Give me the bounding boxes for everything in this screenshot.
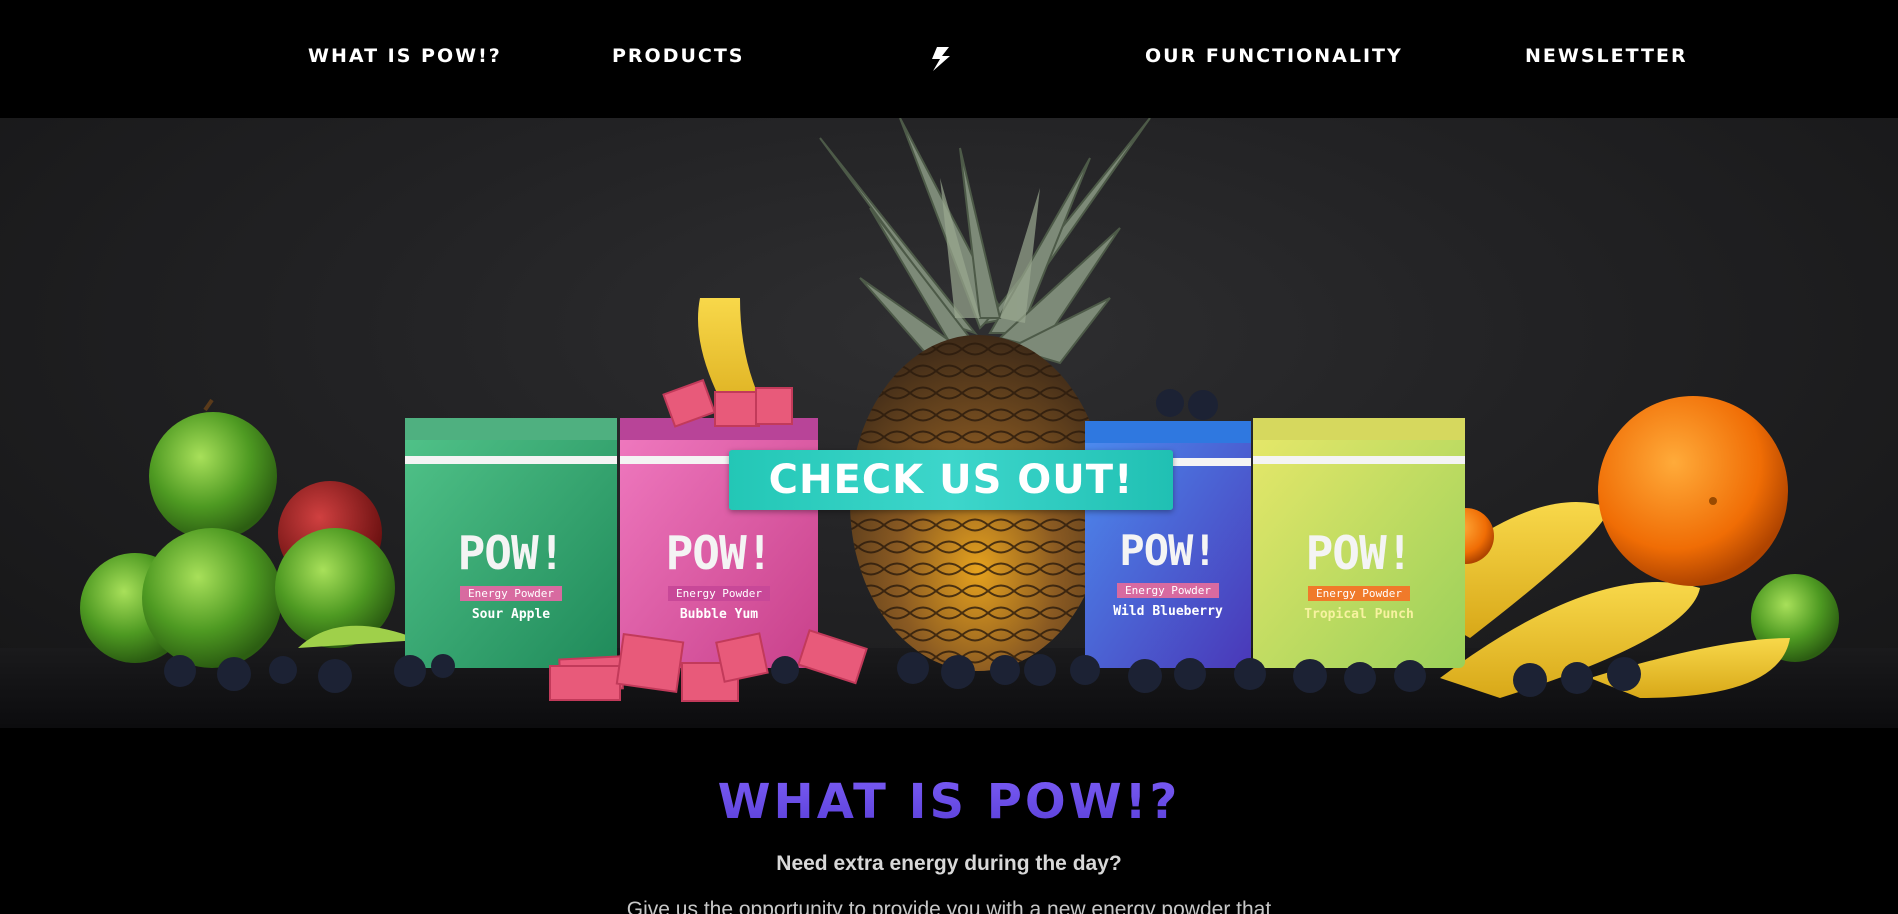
hero-banner: POW! Energy Powder Sour Apple POW! Energ… [0, 118, 1898, 728]
section-title: WHAT IS POW!? [0, 774, 1898, 830]
nav-link-our-functionality[interactable]: OUR FUNCTIONALITY [1145, 45, 1403, 67]
can-brand: POW! [665, 526, 774, 580]
can-flavor: Sour Apple [471, 607, 551, 622]
can-label-sour-apple: POW! Energy Powder Sour Apple [405, 526, 617, 622]
nav-link-products[interactable]: PRODUCTS [612, 45, 745, 67]
can-brand: POW! [457, 526, 566, 580]
can-brand: POW! [1305, 526, 1414, 580]
can-tag: Energy Powder [459, 586, 563, 601]
nav-link-newsletter[interactable]: NEWSLETTER [1525, 45, 1688, 67]
can-label-tropical-punch: POW! Energy Powder Tropical Punch [1253, 526, 1465, 622]
check-us-out-button[interactable]: CHECK US OUT! [729, 450, 1173, 510]
top-navigation: WHAT IS POW!? PRODUCTS POW! POW! OUR FUN… [0, 0, 1898, 127]
can-label-bubble-yum: POW! Energy Powder Bubble Yum [620, 526, 818, 622]
can-flavor: Wild Blueberry [1113, 604, 1223, 619]
green-apple [149, 412, 277, 540]
orange [1598, 396, 1788, 586]
section-body-text: Give us the opportunity to provide you w… [626, 898, 1272, 914]
can-tag: Energy Powder [667, 586, 771, 601]
can-tag: Energy Powder [1116, 583, 1220, 598]
nav-link-what-is-pow[interactable]: WHAT IS POW!? [308, 45, 502, 67]
pow-logo[interactable]: POW! POW! [852, 45, 1038, 127]
can-brand: POW! [1119, 526, 1217, 575]
can-label-wild-blueberry: POW! Energy Powder Wild Blueberry [1085, 526, 1251, 619]
can-tag: Energy Powder [1307, 586, 1411, 601]
section-subtitle: Need extra energy during the day? [776, 852, 1122, 875]
hero-product-photo [0, 118, 1898, 728]
can-flavor: Tropical Punch [1304, 607, 1414, 622]
can-flavor: Bubble Yum [679, 607, 759, 622]
pineapple-leaves [819, 118, 1151, 365]
what-is-pow-section: WHAT IS POW!? Need extra energy during t… [0, 728, 1898, 914]
